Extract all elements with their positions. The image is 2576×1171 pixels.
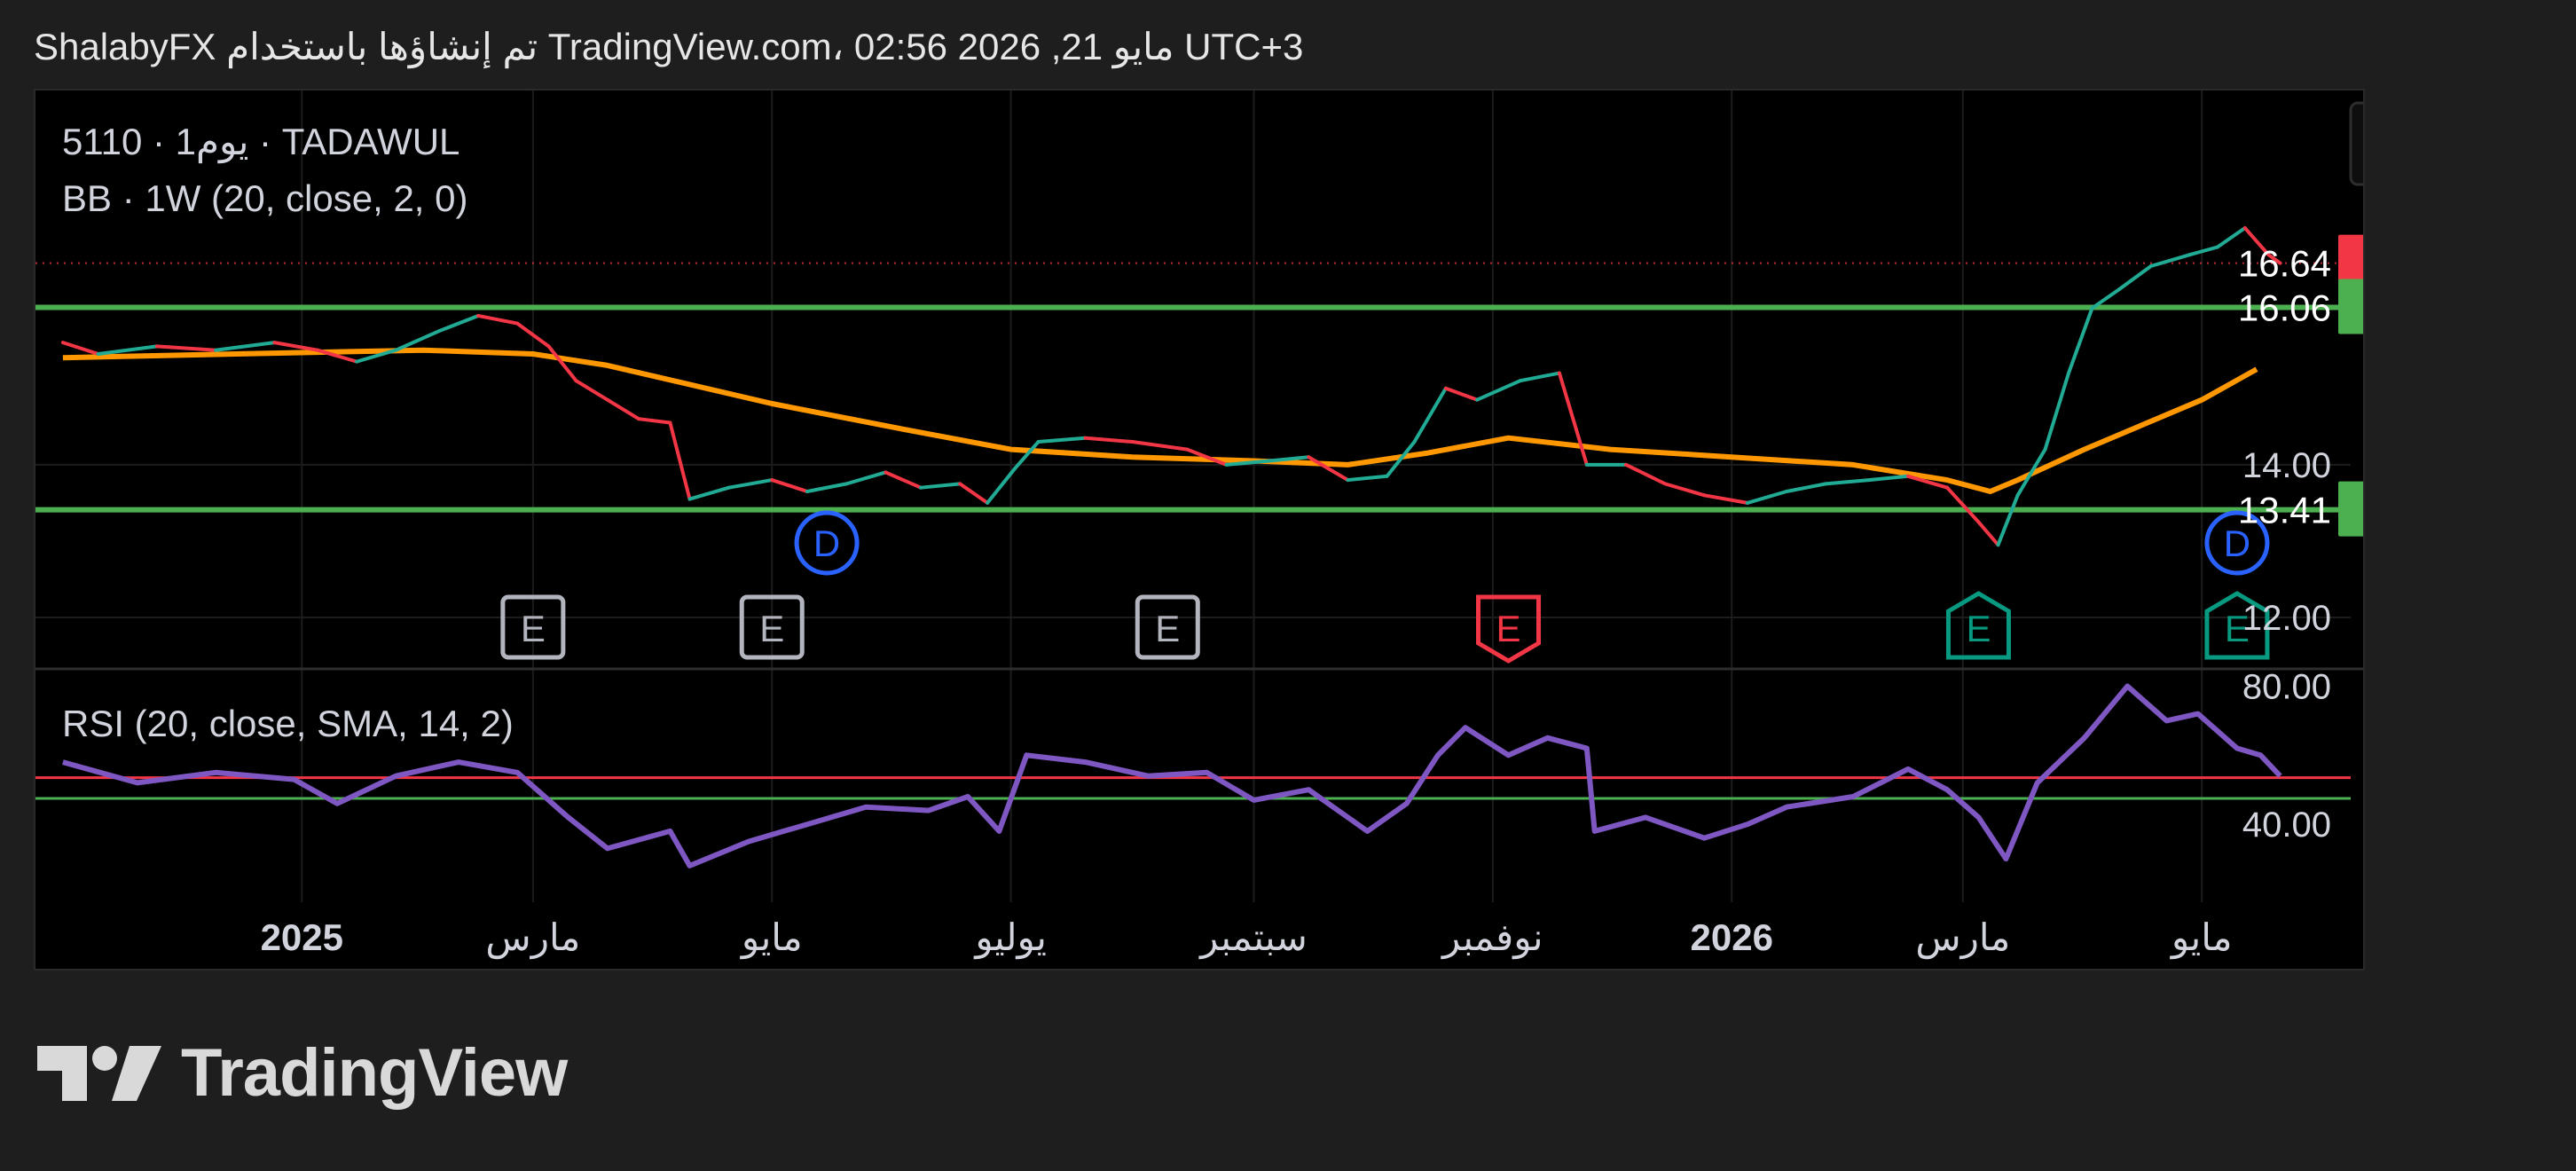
price-segment [1557, 371, 1589, 467]
price-segment [436, 313, 481, 334]
price-segment [726, 478, 774, 490]
x-axis-tick-label: مايو [2170, 916, 2233, 960]
price-segment [1443, 386, 1480, 402]
chart-header-caption: ShalabyFX تم إنشاؤها باستخدام TradingVie… [34, 26, 1304, 67]
chart-frame: E E E E E E D D 14.00 12.00 16.64 16.06 13.41 5110 · … [34, 89, 2365, 971]
x-axis-tick-label: نوفمبر [1441, 916, 1543, 960]
price-segment [214, 341, 277, 352]
price-segment [805, 482, 849, 493]
price-segment [2148, 253, 2192, 269]
price-segment [919, 482, 962, 490]
tradingview-logo: TradingView [37, 1034, 568, 1112]
price-segment [2187, 245, 2219, 257]
x-axis-tick-label: 2025 [261, 916, 343, 958]
x-axis-tick-label: مارس [485, 916, 580, 960]
price-segment [884, 470, 923, 490]
price-segment [844, 470, 888, 486]
price-segment [1083, 436, 1135, 444]
x-axis-tick-label: مايو [740, 916, 803, 960]
level-price-badge-label: 13.41 [2238, 490, 2331, 531]
earnings-marker-label: E [521, 608, 546, 649]
level-price-badge-label: 16.06 [2238, 287, 2331, 329]
currency-button-frame [2349, 101, 2363, 186]
price-segment [1130, 440, 1190, 452]
price-segment [1036, 436, 1088, 444]
rsi-indicator-label: RSI (20, close, SMA, 14, 2) [62, 703, 514, 744]
price-segment [1745, 489, 1789, 505]
price-segment [687, 485, 731, 501]
price-segment [958, 482, 990, 505]
price-segment [1824, 478, 1871, 486]
price-segment [96, 344, 159, 357]
price-segment [1996, 493, 2020, 547]
price-segment [637, 417, 672, 425]
price-segment [2067, 306, 2094, 375]
earnings-marker-label: E [759, 608, 784, 649]
earnings-marker-label: E [1966, 608, 1991, 649]
x-axis-tick-label: 2026 [1691, 916, 1773, 958]
earnings-marker-label: E [1155, 608, 1180, 649]
price-segment [574, 379, 609, 402]
level-price-badge-bg [2338, 481, 2363, 537]
earnings-marker: E [1476, 594, 1542, 664]
price-segment [1976, 520, 2000, 547]
earnings-marker: E [1135, 594, 1200, 660]
price-segment [2117, 264, 2153, 291]
price-segment [1518, 371, 1561, 383]
level-price-badge-bg [2338, 279, 2363, 334]
last-price-badge-label: 16.64 [2238, 243, 2331, 285]
price-segment [1866, 474, 1910, 483]
x-axis-tick-label: يوليو [973, 916, 1047, 960]
x-axis-tick-label: سبتمبر [1198, 916, 1308, 960]
chart-canvas[interactable]: E E E E E ED D14.0012.0016.6416.0613.415110 · … [35, 90, 2363, 969]
dividend-marker-label: D [813, 523, 840, 564]
price-segment [1307, 455, 1350, 483]
rsi-axis-tick-label: 40.00 [2242, 806, 2331, 845]
price-segment [476, 313, 520, 326]
price-segment [272, 341, 319, 352]
price-segment [770, 478, 809, 493]
price-segment [1663, 482, 1707, 498]
bb-indicator-label: BB · 1W (20, close, 2, 0) [62, 177, 468, 219]
currency-button[interactable]: SAR [2349, 101, 2363, 186]
symbol-label: 5110 · 1يوم · TADAWUL [62, 121, 459, 164]
price-axis-tick-label: 12.00 [2242, 599, 2331, 638]
price-segment [668, 420, 692, 501]
price-axis-tick-label: 14.00 [2242, 446, 2331, 485]
price-segment [394, 329, 441, 352]
price-segment [1412, 386, 1448, 444]
price-segment [1346, 474, 1389, 483]
price-segment [2043, 371, 2071, 452]
tradingview-logo-icon [37, 1045, 161, 1101]
price-segment [546, 344, 578, 383]
bb-middle-band-line [62, 347, 2258, 494]
rsi-axis-tick-label: 80.00 [2242, 667, 2331, 706]
price-segment [1702, 493, 1749, 505]
price-segment [1623, 462, 1668, 486]
price-segment [605, 397, 641, 421]
price-segment [60, 341, 100, 357]
tradingview-logo-text: TradingView [181, 1035, 568, 1111]
price-segment [2015, 447, 2047, 498]
price-segment [154, 344, 218, 352]
price-segment [1475, 379, 1522, 402]
x-axis-tick-label: مارس [1915, 916, 2010, 960]
earnings-marker-label: E [1496, 608, 1520, 649]
price-segment [1785, 482, 1828, 493]
earnings-marker: E [1945, 591, 2011, 660]
